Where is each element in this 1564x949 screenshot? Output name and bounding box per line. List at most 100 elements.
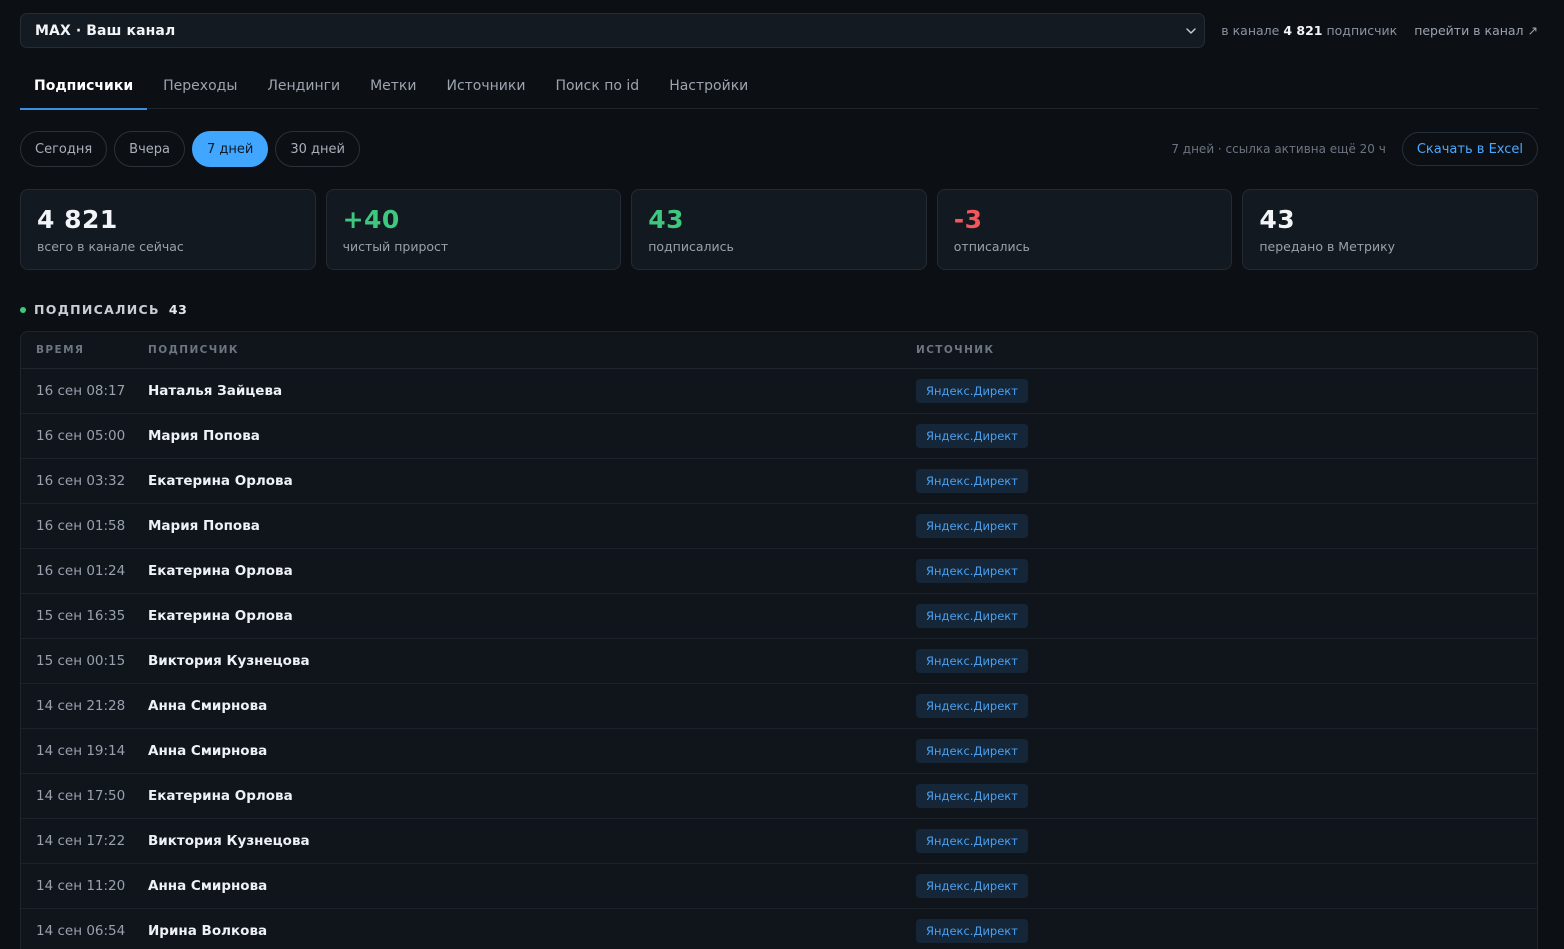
source-badge: Яндекс.Директ	[916, 379, 1028, 403]
stat-value: +40	[342, 205, 400, 234]
filter-bar: Сегодня Вчера 7 дней 30 дней 7 дней · ссылк…	[20, 131, 1538, 167]
stat-card: 43 передано в Метрику	[1242, 189, 1538, 270]
table-body: 16 сен 08:17 Наталья Зайцева Яндекс.Директ…	[21, 369, 1537, 949]
period-pill-0[interactable]: Сегодня	[20, 131, 108, 167]
row-subscriber: Анна Смирнова	[148, 878, 268, 894]
page: MAX · Ваш канал в канале 4 821 подписчик…	[0, 0, 1564, 949]
tab-0[interactable]: Подписчики	[20, 66, 148, 110]
row-source: Яндекс.Директ	[916, 469, 1537, 493]
stat-label: подписались	[648, 239, 734, 254]
row-source: Яндекс.Директ	[916, 694, 1537, 718]
tab-bar: Подписчики Переходы Лендинги Метки Источники…	[20, 66, 1538, 110]
channel-select[interactable]: MAX · Ваш канал	[20, 13, 1206, 48]
tab-4[interactable]: Источники	[432, 66, 539, 109]
table-row[interactable]: 14 сен 21:28 Анна Смирнова Яндекс.Директ	[21, 684, 1537, 729]
stat-cards: 4 821 всего в канале сейчас +40 чистый прир…	[20, 189, 1538, 270]
column-header-subscriber: Подписчик	[148, 344, 239, 356]
section-heading: Подписались 43	[20, 302, 187, 317]
row-subscriber: Наталья Зайцева	[148, 383, 283, 399]
row-time: 14 сен 11:20	[36, 878, 126, 894]
table-row[interactable]: 16 сен 08:17 Наталья Зайцева Яндекс.Директ	[21, 369, 1537, 414]
row-source: Яндекс.Директ	[916, 919, 1537, 943]
stat-label: всего в канале сейчас	[37, 239, 184, 254]
row-subscriber: Мария Попова	[148, 428, 260, 444]
row-time: 16 сен 08:17	[36, 383, 126, 399]
section-title: Подписались	[34, 302, 160, 317]
stat-card: -3 отписались	[936, 189, 1233, 270]
subscriber-count: в канале 4 821 подписчик	[1221, 23, 1397, 38]
filter-note: 7 дней · ссылка активна ещё 20 ч	[1171, 142, 1386, 156]
row-time: 14 сен 17:50	[36, 788, 126, 804]
table-row[interactable]: 16 сен 05:00 Мария Попова Яндекс.Директ	[21, 414, 1537, 459]
stat-label: отписались	[953, 239, 1030, 254]
tab-2[interactable]: Лендинги	[253, 66, 354, 109]
table-row[interactable]: 15 сен 16:35 Екатерина Орлова Яндекс.Дирек…	[21, 594, 1537, 639]
table-row[interactable]: 15 сен 00:15 Виктория Кузнецова Яндекс.Дир…	[21, 639, 1537, 684]
section-count: 43	[168, 302, 188, 317]
tab-1[interactable]: Переходы	[149, 66, 251, 109]
source-badge: Яндекс.Директ	[916, 514, 1028, 538]
period-pill-1[interactable]: Вчера	[114, 131, 185, 167]
source-badge: Яндекс.Директ	[916, 469, 1028, 493]
row-subscriber: Виктория Кузнецова	[148, 653, 310, 669]
sub-count-value: 4 821	[1283, 23, 1323, 38]
stat-value: 43	[648, 205, 684, 234]
chevron-down-icon	[1186, 26, 1196, 36]
table-row[interactable]: 14 сен 06:54 Ирина Волкова Яндекс.Директ	[21, 909, 1537, 949]
tab-5[interactable]: Поиск по id	[541, 66, 653, 109]
table-row[interactable]: 14 сен 19:14 Анна Смирнова Яндекс.Директ	[21, 729, 1537, 774]
source-badge: Яндекс.Директ	[916, 694, 1028, 718]
row-source: Яндекс.Директ	[916, 829, 1537, 853]
row-source: Яндекс.Директ	[916, 604, 1537, 628]
column-header-time: Время	[36, 344, 85, 356]
row-subscriber: Екатерина Орлова	[148, 608, 293, 624]
row-time: 16 сен 01:24	[36, 563, 126, 579]
tab-3[interactable]: Метки	[356, 66, 430, 109]
stat-value: 4 821	[37, 205, 118, 234]
row-source: Яндекс.Директ	[916, 874, 1537, 898]
table-row[interactable]: 16 сен 03:32 Екатерина Орлова Яндекс.Дирек…	[21, 459, 1537, 504]
row-time: 14 сен 17:22	[36, 833, 126, 849]
row-subscriber: Анна Смирнова	[148, 698, 268, 714]
row-time: 14 сен 06:54	[36, 923, 126, 939]
stat-card: 4 821 всего в канале сейчас	[20, 189, 316, 270]
row-subscriber: Ирина Волкова	[148, 923, 268, 939]
source-badge: Яндекс.Директ	[916, 829, 1028, 853]
stat-card: +40 чистый прирост	[325, 189, 622, 270]
stat-value: 43	[1259, 205, 1296, 234]
top-bar: MAX · Ваш канал в канале 4 821 подписчик…	[20, 13, 1538, 48]
row-subscriber: Екатерина Орлова	[148, 563, 293, 579]
goto-channel-link[interactable]: перейти в канал ↗	[1414, 23, 1538, 38]
stat-value: -3	[953, 205, 983, 234]
row-source: Яндекс.Директ	[916, 424, 1537, 448]
stat-label: чистый прирост	[342, 239, 449, 254]
table-row[interactable]: 16 сен 01:24 Екатерина Орлова Яндекс.Дирек…	[21, 549, 1537, 594]
stat-label: передано в Метрику	[1259, 239, 1396, 254]
table-row[interactable]: 14 сен 11:20 Анна Смирнова Яндекс.Директ	[21, 864, 1537, 909]
period-pill-3[interactable]: 30 дней	[275, 131, 360, 167]
row-time: 16 сен 05:00	[36, 428, 126, 444]
source-badge: Яндекс.Директ	[916, 784, 1028, 808]
row-source: Яндекс.Директ	[916, 739, 1537, 763]
source-badge: Яндекс.Директ	[916, 919, 1028, 943]
green-dot-icon	[20, 306, 26, 313]
channel-select-value: MAX · Ваш канал	[35, 22, 176, 39]
row-subscriber: Виктория Кузнецова	[148, 833, 310, 849]
source-badge: Яндекс.Директ	[916, 649, 1028, 673]
table-row[interactable]: 16 сен 01:58 Мария Попова Яндекс.Директ	[21, 504, 1537, 549]
download-excel-button[interactable]: Скачать в Excel	[1401, 132, 1538, 166]
row-time: 15 сен 16:35	[36, 608, 126, 624]
row-source: Яндекс.Директ	[916, 784, 1537, 808]
row-subscriber: Анна Смирнова	[148, 743, 268, 759]
row-subscriber: Мария Попова	[148, 518, 260, 534]
period-pill-2[interactable]: 7 дней	[192, 131, 269, 167]
table-row[interactable]: 14 сен 17:22 Виктория Кузнецова Яндекс.Дир…	[21, 819, 1537, 864]
column-header-source: Источник	[916, 344, 995, 356]
sub-count-suffix: подписчик	[1326, 23, 1398, 38]
tab-6[interactable]: Настройки	[655, 66, 762, 109]
row-time: 15 сен 00:15	[36, 653, 126, 669]
sub-count-prefix: в канале	[1221, 23, 1280, 38]
row-source: Яндекс.Директ	[916, 649, 1537, 673]
table-row[interactable]: 14 сен 17:50 Екатерина Орлова Яндекс.Дирек…	[21, 774, 1537, 819]
row-time: 14 сен 19:14	[36, 743, 126, 759]
